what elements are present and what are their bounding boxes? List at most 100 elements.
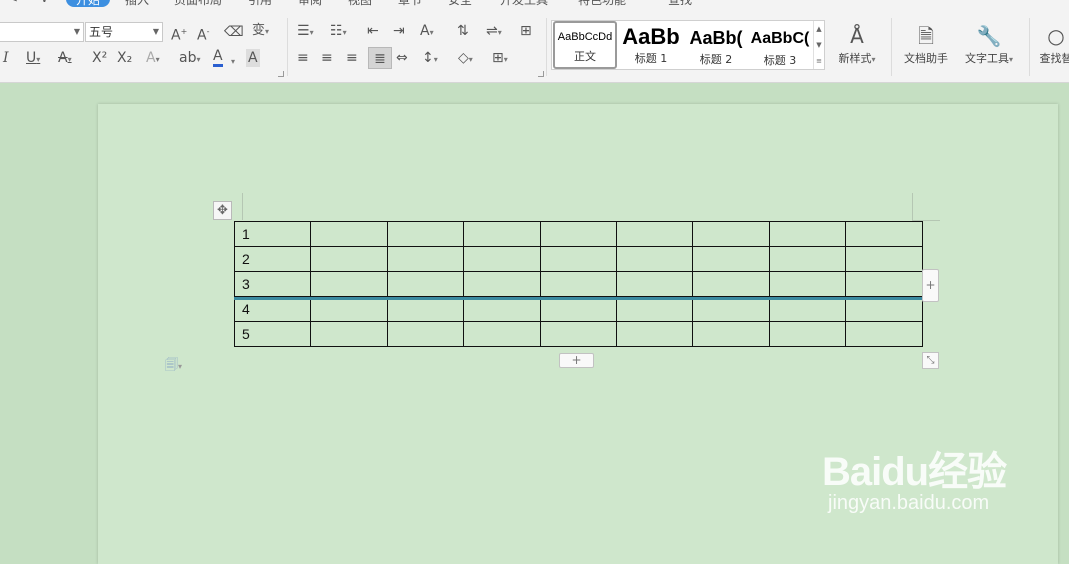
add-column-button[interactable]: + — [922, 269, 939, 302]
table-cell[interactable] — [311, 247, 387, 272]
increase-indent-icon[interactable]: ⇥ — [393, 22, 405, 40]
table-cell[interactable] — [464, 222, 540, 247]
table-cell[interactable]: 5 — [235, 322, 311, 347]
menu-tab[interactable]: 页面布局 — [174, 0, 222, 8]
chevron-down-icon[interactable]: ▼ — [816, 41, 821, 49]
table-cell[interactable] — [387, 272, 463, 297]
table-cell[interactable] — [464, 247, 540, 272]
gallery-scroll[interactable]: ▲ ▼ ≡ — [813, 21, 824, 69]
menu-tab[interactable]: 章节 — [398, 0, 422, 8]
table-cell[interactable] — [540, 272, 616, 297]
table-cell[interactable] — [846, 247, 922, 272]
text-effect-icon[interactable]: A▾ — [146, 49, 160, 69]
table-move-handle[interactable]: ✥ — [213, 201, 232, 220]
table-cell[interactable] — [311, 222, 387, 247]
table-cell[interactable] — [387, 247, 463, 272]
table-cell[interactable] — [464, 272, 540, 297]
table-cell[interactable] — [693, 272, 769, 297]
chevron-down-icon[interactable]: ▼ — [153, 23, 159, 41]
style-heading-3[interactable]: AaBbC( 标题 3 — [748, 21, 812, 69]
table-cell[interactable] — [616, 247, 692, 272]
more-icon[interactable]: ≡ — [816, 57, 822, 65]
table-cell[interactable] — [769, 322, 845, 347]
shrink-font-icon[interactable]: A- — [197, 23, 209, 45]
line-spacing-icon[interactable]: ↕▾ — [422, 49, 438, 69]
add-row-button[interactable]: + — [559, 353, 594, 368]
style-normal[interactable]: AaBbCcDd 正文 — [553, 21, 617, 69]
menu-tab[interactable]: 开始 — [66, 0, 110, 7]
table-cell[interactable] — [464, 322, 540, 347]
table-cell[interactable] — [846, 222, 922, 247]
para-spacing-icon[interactable]: ⇌▾ — [486, 22, 502, 42]
table-cell[interactable] — [769, 222, 845, 247]
font-size-combo[interactable]: 五号 ▼ — [85, 22, 163, 42]
table-cell[interactable]: 4 — [235, 297, 311, 322]
menu-tab[interactable]: < — [8, 0, 18, 5]
numbered-list-icon[interactable]: ☷▾ — [330, 22, 347, 42]
table-cell[interactable] — [540, 247, 616, 272]
table-cell[interactable] — [616, 272, 692, 297]
table-resize-handle[interactable]: ⤡ — [922, 352, 939, 369]
align-right-icon[interactable]: ≡ — [346, 49, 358, 67]
table-cell[interactable] — [693, 222, 769, 247]
table-cell[interactable]: 2 — [235, 247, 311, 272]
document-table[interactable]: 12345 — [234, 221, 923, 347]
table-cell[interactable] — [387, 297, 463, 322]
borders-icon[interactable]: ⊞▾ — [492, 49, 508, 69]
new-style-button[interactable]: Å 新样式▾ — [832, 22, 882, 66]
shading-fill-icon[interactable]: ◇▾ — [458, 49, 473, 69]
chevron-up-icon[interactable]: ▲ — [816, 25, 821, 33]
table-cell[interactable] — [540, 222, 616, 247]
table-cell[interactable] — [693, 247, 769, 272]
chevron-down-icon[interactable]: ▾ — [231, 53, 235, 71]
menu-tab[interactable]: 查找 — [668, 0, 692, 8]
font-dialog-launcher[interactable] — [278, 71, 284, 77]
table-cell[interactable] — [693, 297, 769, 322]
table-cell[interactable] — [616, 297, 692, 322]
table-cell[interactable] — [769, 297, 845, 322]
decrease-indent-icon[interactable]: ⇤ — [367, 22, 379, 40]
paragraph-dialog-launcher[interactable] — [538, 71, 544, 77]
table-cell[interactable] — [311, 322, 387, 347]
menu-tab[interactable]: 特色功能 — [578, 0, 626, 8]
table-cell[interactable]: 1 — [235, 222, 311, 247]
menu-tab[interactable]: 插入 — [125, 0, 149, 8]
text-tools-button[interactable]: 🔧 文字工具▾ — [958, 22, 1020, 66]
align-left-icon[interactable]: ≡ — [297, 49, 309, 67]
phonetic-guide-icon[interactable]: 变▾ — [252, 22, 269, 41]
table-cell[interactable]: 3 — [235, 272, 311, 297]
paste-options-icon[interactable]: 🗐▾ — [165, 356, 182, 378]
superscript-icon[interactable]: X² — [92, 49, 107, 67]
highlight-icon[interactable]: ab▾ — [179, 49, 200, 69]
table-cell[interactable] — [616, 322, 692, 347]
strikethrough-icon[interactable]: A▾ — [58, 49, 72, 69]
table-cell[interactable] — [846, 297, 922, 322]
table-cell[interactable] — [846, 272, 922, 297]
menu-tab[interactable]: 视图 — [348, 0, 372, 8]
sort-icon[interactable]: ⇅ — [457, 22, 469, 40]
menu-tab[interactable]: ∨ — [40, 0, 49, 5]
table-cell[interactable] — [387, 222, 463, 247]
table-cell[interactable] — [311, 297, 387, 322]
menu-tab[interactable]: 引用 — [248, 0, 272, 8]
chevron-down-icon[interactable]: ▼ — [74, 23, 80, 41]
menu-tab[interactable]: 开发工具 — [500, 0, 548, 8]
font-name-combo[interactable]: ▼ — [0, 22, 84, 42]
table-cell[interactable] — [693, 322, 769, 347]
align-justify-icon[interactable]: ≣ — [368, 47, 392, 69]
table-cell[interactable] — [769, 272, 845, 297]
grow-font-icon[interactable]: A+ — [171, 23, 187, 45]
table-cell[interactable] — [540, 297, 616, 322]
table-cell[interactable] — [387, 322, 463, 347]
table-cell[interactable] — [846, 322, 922, 347]
menu-tab[interactable]: 审阅 — [298, 0, 322, 8]
italic-icon[interactable]: I — [3, 49, 9, 67]
table-cell[interactable] — [769, 247, 845, 272]
align-center-icon[interactable]: ≡ — [321, 49, 333, 67]
char-shading-icon[interactable]: A — [246, 49, 260, 67]
clear-format-icon[interactable]: ⌫ — [224, 23, 244, 41]
underline-icon[interactable]: U▾ — [26, 49, 40, 69]
font-color-icon[interactable]: A — [213, 49, 223, 67]
doc-assistant-button[interactable]: 🗎 文档助手 — [899, 22, 953, 66]
table-cell[interactable] — [540, 322, 616, 347]
